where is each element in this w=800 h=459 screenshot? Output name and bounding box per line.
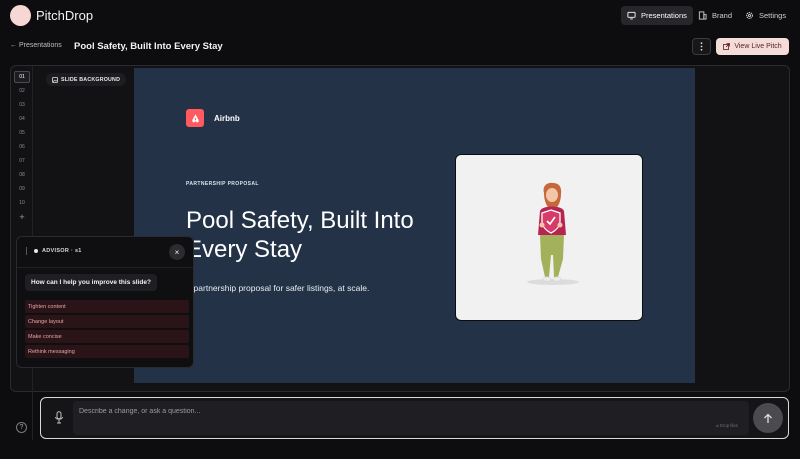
view-live-pitch-button[interactable]: View Live Pitch bbox=[716, 38, 789, 55]
arrow-up-icon bbox=[764, 413, 772, 423]
slide-thumb-01[interactable]: 01 bbox=[14, 71, 30, 83]
nav-settings-label: Settings bbox=[759, 11, 787, 20]
drop-files-hint: ⌀ Drop files bbox=[716, 423, 738, 428]
image-icon bbox=[52, 76, 58, 83]
advisor-header: ADVISOR · s1 bbox=[26, 247, 82, 255]
slide-headline[interactable]: Pool Safety, Built Into Every Stay bbox=[186, 206, 456, 264]
advisor-question: How can I help you improve this slide? bbox=[25, 274, 157, 291]
deck-title: Pool Safety, Built Into Every Stay bbox=[74, 41, 223, 52]
slide-thumb-03[interactable]: 03 bbox=[14, 99, 30, 111]
advisor-status-dot bbox=[34, 249, 38, 253]
nav-settings[interactable]: Settings bbox=[739, 6, 792, 25]
nav-presentations-label: Presentations bbox=[641, 11, 687, 20]
nav-brand-label: Brand bbox=[712, 11, 733, 20]
external-link-icon bbox=[723, 43, 731, 50]
slide-brand-name: Airbnb bbox=[214, 114, 240, 123]
advisor-panel: ADVISOR · s1 × How can I help you improv… bbox=[16, 236, 194, 368]
airbnb-logo bbox=[186, 109, 204, 127]
slide-canvas[interactable]: Airbnb PARTNERSHIP PROPOSAL Pool Safety,… bbox=[134, 68, 695, 383]
drag-handle[interactable] bbox=[26, 247, 27, 255]
send-button[interactable] bbox=[753, 403, 783, 433]
help-icon[interactable]: ? bbox=[16, 422, 27, 433]
add-slide-button[interactable]: + bbox=[14, 211, 30, 223]
more-options-button[interactable] bbox=[692, 38, 711, 55]
slide-thumb-04[interactable]: 04 bbox=[14, 113, 30, 125]
airbnb-icon bbox=[191, 113, 199, 122]
back-to-presentations-link[interactable]: ← Presentations bbox=[10, 42, 62, 49]
person-with-shield-illustration bbox=[527, 182, 579, 285]
gear-icon bbox=[746, 12, 753, 19]
slide-subline[interactable]: A partnership proposal for safer listing… bbox=[186, 283, 369, 293]
advisor-option-change-layout[interactable]: Change layout bbox=[25, 315, 189, 328]
slide-thumb-05[interactable]: 05 bbox=[14, 127, 30, 139]
slide-eyebrow: PARTNERSHIP PROPOSAL bbox=[186, 181, 259, 187]
advisor-close-button[interactable]: × bbox=[169, 244, 185, 260]
building-icon bbox=[698, 11, 707, 20]
slide-background-label: SLIDE BACKGROUND bbox=[61, 76, 121, 83]
slide-thumb-08[interactable]: 08 bbox=[14, 169, 30, 181]
slide-thumb-09[interactable]: 09 bbox=[14, 183, 30, 195]
nav-brand[interactable]: Brand bbox=[692, 6, 738, 25]
microphone-icon[interactable] bbox=[54, 411, 64, 424]
advisor-title: ADVISOR · s1 bbox=[42, 248, 82, 254]
slide-thumb-10[interactable]: 10 bbox=[14, 197, 30, 209]
app-name[interactable]: PitchDrop bbox=[36, 8, 93, 23]
more-vertical-icon bbox=[700, 42, 703, 51]
advisor-option-tighten-content[interactable]: Tighten content bbox=[25, 300, 189, 313]
app-logo[interactable] bbox=[10, 5, 31, 26]
prompt-input[interactable] bbox=[73, 401, 749, 435]
slide-background-button[interactable]: SLIDE BACKGROUND bbox=[46, 73, 127, 86]
slide-thumb-06[interactable]: 06 bbox=[14, 141, 30, 153]
monitor-icon bbox=[627, 11, 636, 20]
view-live-pitch-label: View Live Pitch bbox=[734, 43, 782, 50]
slide-illustration[interactable] bbox=[455, 154, 643, 321]
advisor-option-rethink-messaging[interactable]: Rethink messaging bbox=[25, 345, 189, 358]
advisor-option-make-concise[interactable]: Make concise bbox=[25, 330, 189, 343]
slide-thumb-02[interactable]: 02 bbox=[14, 85, 30, 97]
slide-thumb-07[interactable]: 07 bbox=[14, 155, 30, 167]
top-nav: PitchDrop Presentations Brand Settings bbox=[0, 0, 800, 32]
advisor-divider bbox=[17, 267, 193, 268]
nav-presentations[interactable]: Presentations bbox=[621, 6, 693, 25]
